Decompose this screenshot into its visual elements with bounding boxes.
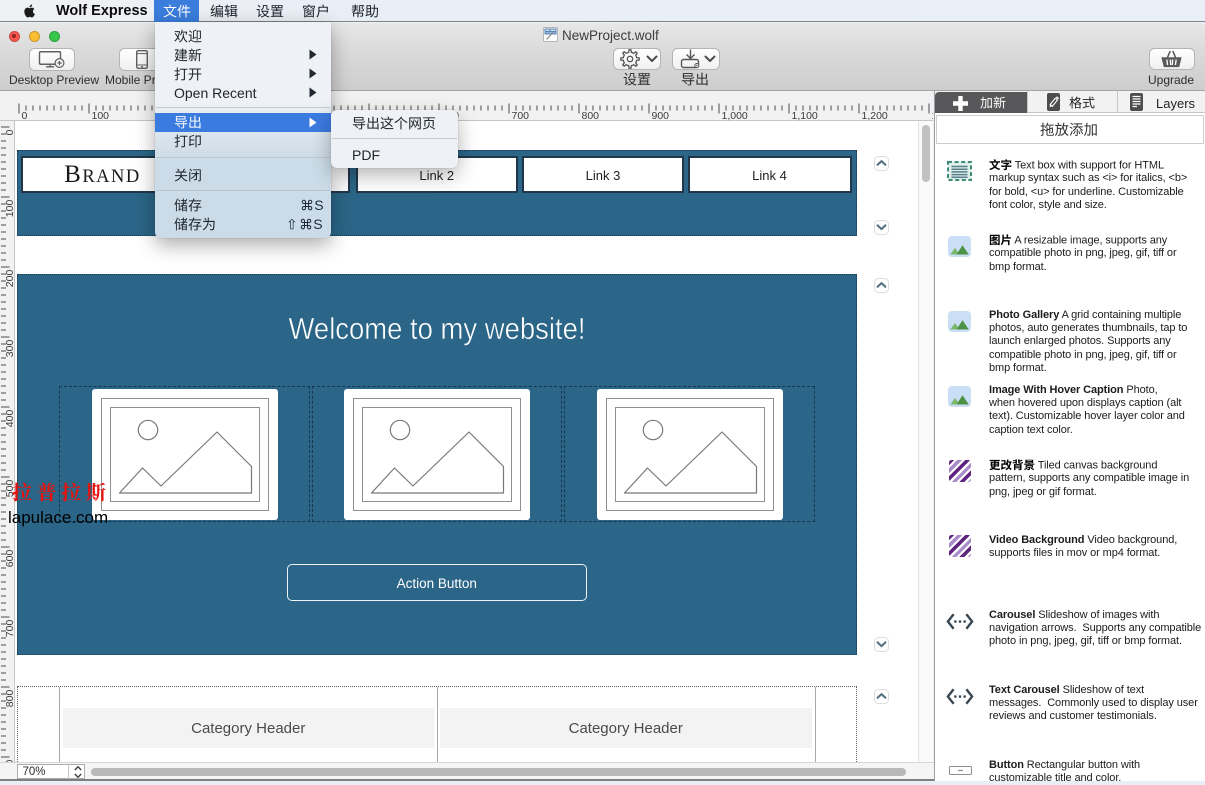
svg-text:600: 600 bbox=[4, 550, 15, 568]
svg-text:1,100: 1,100 bbox=[792, 110, 818, 121]
svg-text:100: 100 bbox=[4, 200, 15, 218]
svg-text:100: 100 bbox=[92, 110, 110, 121]
svg-text:1,000: 1,000 bbox=[722, 110, 748, 121]
svg-text:300: 300 bbox=[4, 340, 15, 358]
svg-text:200: 200 bbox=[4, 270, 15, 288]
svg-text:700: 700 bbox=[4, 620, 15, 638]
svg-text:1,300: 1,300 bbox=[932, 110, 934, 121]
svg-text:800: 800 bbox=[4, 690, 15, 708]
svg-text:400: 400 bbox=[4, 410, 15, 428]
svg-text:900: 900 bbox=[652, 110, 670, 121]
svg-text:800: 800 bbox=[582, 110, 600, 121]
svg-text:700: 700 bbox=[512, 110, 530, 121]
svg-text:0: 0 bbox=[4, 129, 15, 135]
svg-text:1,200: 1,200 bbox=[862, 110, 888, 121]
svg-text:0: 0 bbox=[22, 110, 28, 121]
